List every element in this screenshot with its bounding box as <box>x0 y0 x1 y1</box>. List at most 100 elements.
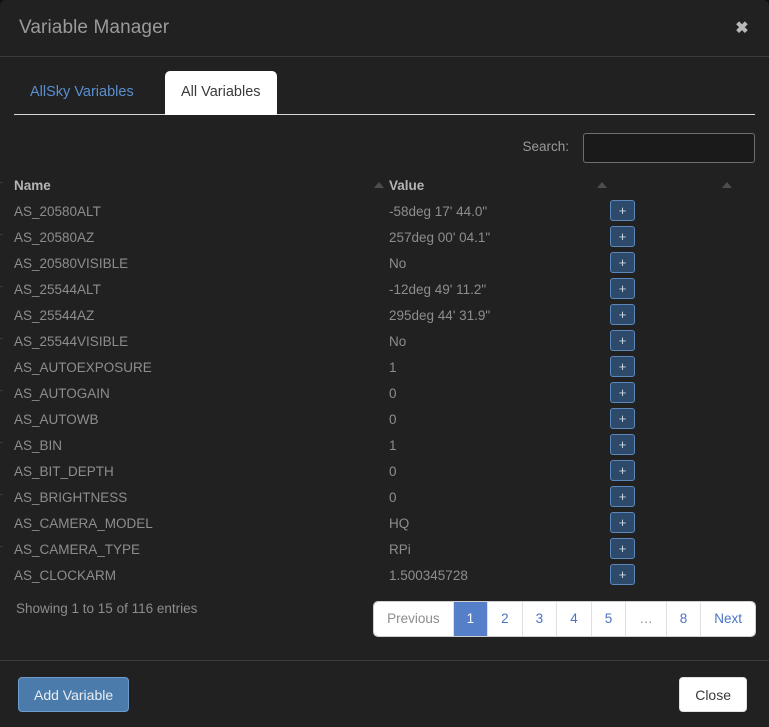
page-title: Variable Manager <box>19 17 170 38</box>
table-row: AS_AUTOWB 0 + <box>14 408 755 434</box>
modal-footer: Add Variable Close <box>0 660 769 727</box>
variable-value-cell: HQ <box>389 516 410 531</box>
table-row: AS_CAMERA_TYPE RPi + <box>14 538 755 564</box>
variable-action-cell: + <box>610 408 635 429</box>
variable-name-cell: AS_20580AZ <box>14 230 95 245</box>
entries-info: Showing 1 to 15 of 116 entries <box>16 601 198 616</box>
search-input[interactable] <box>583 133 755 163</box>
edge-tick <box>0 442 3 443</box>
variable-action-cell: + <box>610 278 635 299</box>
variable-value-cell: RPi <box>389 542 411 557</box>
tab-bar: AllSky Variables All Variables <box>14 71 755 115</box>
variable-value-cell: No <box>389 256 407 271</box>
edge-tick <box>0 494 3 495</box>
table-row: AS_BIT_DEPTH 0 + <box>14 460 755 486</box>
table-row: AS_20580VISIBLE No + <box>14 252 755 278</box>
search-label: Search: <box>522 139 569 154</box>
variable-action-cell: + <box>610 382 635 403</box>
sort-ascending-icon[interactable] <box>722 182 732 188</box>
edge-tick <box>0 546 3 547</box>
variable-name-cell: AS_AUTOWB <box>14 412 99 427</box>
add-plus-icon-button[interactable]: + <box>610 226 635 247</box>
modal-header: Variable Manager ✖ <box>0 2 769 57</box>
variable-value-cell: 257deg 00' 04.1" <box>389 230 491 245</box>
variable-action-cell: + <box>610 538 635 559</box>
pagination-5[interactable]: 5 <box>591 602 627 636</box>
variable-value-cell: No <box>389 334 407 349</box>
pagination-8[interactable]: 8 <box>666 602 702 636</box>
add-plus-icon-button[interactable]: + <box>610 200 635 221</box>
tab-all-variables[interactable]: All Variables <box>165 71 277 115</box>
add-variable-button[interactable]: Add Variable <box>18 677 130 712</box>
variable-action-cell: + <box>610 330 635 351</box>
pagination-: … <box>626 602 667 636</box>
add-plus-icon-button[interactable]: + <box>610 434 635 455</box>
add-plus-icon-button[interactable]: + <box>610 538 635 559</box>
variable-name-cell: AS_20580ALT <box>14 204 101 219</box>
table-row: AS_AUTOEXPOSURE 1 + <box>14 356 755 382</box>
table-row: AS_AUTOGAIN 0 + <box>14 382 755 408</box>
variable-action-cell: + <box>610 512 635 533</box>
variable-action-cell: + <box>610 434 635 455</box>
variable-name-cell: AS_25544ALT <box>14 282 101 297</box>
table-row: AS_25544AZ 295deg 44' 31.9" + <box>14 304 755 330</box>
close-icon[interactable]: ✖ <box>729 16 755 42</box>
variable-name-cell: AS_CAMERA_MODEL <box>14 516 153 531</box>
variable-name-cell: AS_BRIGHTNESS <box>14 490 128 505</box>
add-plus-icon-button[interactable]: + <box>610 356 635 377</box>
add-plus-icon-button[interactable]: + <box>610 460 635 481</box>
pagination-1[interactable]: 1 <box>453 602 489 636</box>
variable-action-cell: + <box>610 486 635 507</box>
variable-action-cell: + <box>610 304 635 325</box>
add-plus-icon-button[interactable]: + <box>610 330 635 351</box>
sort-ascending-icon[interactable] <box>374 182 384 188</box>
variable-name-cell: AS_20580VISIBLE <box>14 256 129 271</box>
add-plus-icon-button[interactable]: + <box>610 304 635 325</box>
variable-value-cell: 1 <box>389 360 397 375</box>
variable-value-cell: 0 <box>389 464 397 479</box>
edge-tick <box>0 234 3 235</box>
table-row: AS_25544VISIBLE No + <box>14 330 755 356</box>
pagination-next[interactable]: Next <box>701 602 755 636</box>
variable-name-cell: AS_AUTOEXPOSURE <box>14 360 152 375</box>
variable-value-cell: -58deg 17' 44.0" <box>389 204 488 219</box>
table-row: AS_20580ALT -58deg 17' 44.0" + <box>14 200 755 226</box>
add-plus-icon-button[interactable]: + <box>610 278 635 299</box>
variable-name-cell: AS_CAMERA_TYPE <box>14 542 141 557</box>
add-plus-icon-button[interactable]: + <box>610 382 635 403</box>
add-plus-icon-button[interactable]: + <box>610 564 635 585</box>
pagination: Previous 1 2 3 4 5… 8 Next <box>374 602 755 636</box>
add-plus-icon-button[interactable]: + <box>610 486 635 507</box>
variable-name-cell: AS_25544VISIBLE <box>14 334 129 349</box>
table-body: AS_20580ALT -58deg 17' 44.0" + AS_20580AZ 25… <box>14 200 755 590</box>
variable-name-cell: AS_BIT_DEPTH <box>14 464 114 479</box>
column-header-value[interactable]: Value <box>389 178 424 193</box>
table-row: AS_25544ALT -12deg 49' 11.2" + <box>14 278 755 304</box>
tab-allsky-variables[interactable]: AllSky Variables <box>14 71 150 115</box>
variable-action-cell: + <box>610 564 635 585</box>
edge-tick <box>0 390 3 391</box>
edge-tick <box>0 286 3 287</box>
variable-value-cell: 1.500345728 <box>389 568 468 583</box>
variable-value-cell: -12deg 49' 11.2" <box>389 282 487 297</box>
variable-manager-modal: Variable Manager ✖ AllSky Variables All … <box>0 0 769 727</box>
variable-value-cell: 0 <box>389 386 397 401</box>
edge-tick <box>0 338 3 339</box>
table-header-row: Name Value <box>14 176 755 200</box>
pagination-3[interactable]: 3 <box>522 602 558 636</box>
pagination-4[interactable]: 4 <box>557 602 592 636</box>
add-plus-icon-button[interactable]: + <box>610 512 635 533</box>
close-button[interactable]: Close <box>679 677 747 712</box>
add-plus-icon-button[interactable]: + <box>610 408 635 429</box>
variable-name-cell: AS_AUTOGAIN <box>14 386 110 401</box>
pagination-2[interactable]: 2 <box>488 602 523 636</box>
variables-table: Name Value AS_20580ALT -58deg 17' 44.0" + A… <box>14 176 755 590</box>
tab-label: All Variables <box>181 84 261 100</box>
add-plus-icon-button[interactable]: + <box>610 252 635 273</box>
edge-tick <box>0 182 3 183</box>
variable-name-cell: AS_25544AZ <box>14 308 95 323</box>
variable-action-cell: + <box>610 226 635 247</box>
column-header-name[interactable]: Name <box>14 178 51 193</box>
pagination-previous: Previous <box>374 602 454 636</box>
sort-ascending-icon[interactable] <box>597 182 607 188</box>
